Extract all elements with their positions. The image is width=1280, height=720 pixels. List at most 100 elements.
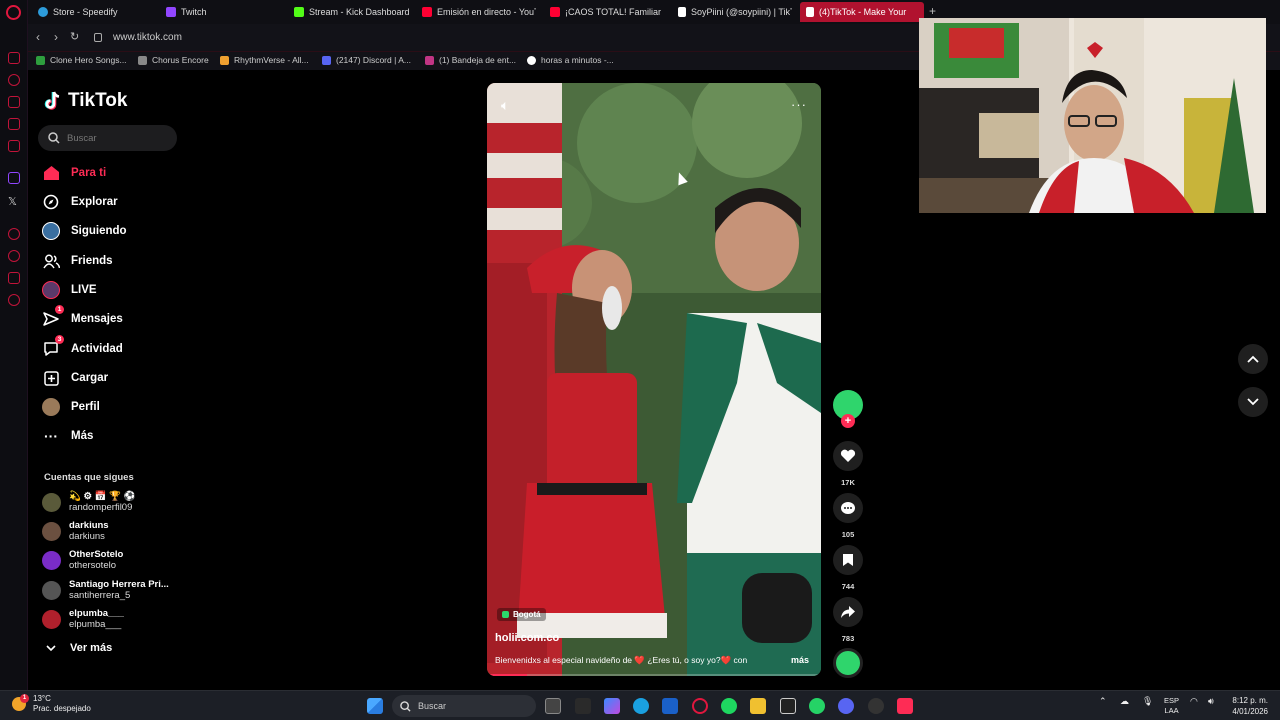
tiktok-app-icon[interactable] bbox=[897, 698, 913, 714]
tab-youtube-live[interactable]: Emisión en directo - YouTu bbox=[416, 2, 536, 22]
taskbar-search-input[interactable]: Buscar bbox=[392, 695, 536, 717]
previous-video-button[interactable] bbox=[1238, 344, 1268, 374]
clock[interactable]: 8:12 p. m. 4/01/2026 bbox=[1232, 695, 1268, 717]
spotify-icon[interactable] bbox=[721, 698, 737, 714]
follow-plus-icon[interactable]: + bbox=[841, 414, 855, 428]
following-account[interactable]: OtherSotelo othersotelo bbox=[42, 546, 123, 574]
menu-mas[interactable]: ··· Más bbox=[42, 425, 93, 447]
menu-actividad[interactable]: 3 Actividad bbox=[42, 335, 123, 360]
tab-kick[interactable]: Stream - Kick Dashboard bbox=[288, 2, 412, 22]
video-player[interactable]: 🔈︎ ··· Bogotá holii.com.co Bienvenidxs a… bbox=[487, 83, 821, 676]
like-button[interactable]: 17K bbox=[833, 441, 863, 487]
opera-gx-logo-icon[interactable] bbox=[6, 5, 21, 20]
obs-icon[interactable] bbox=[868, 698, 884, 714]
following-account[interactable]: elpumba___ elpumba___ bbox=[42, 605, 124, 633]
shares-count: 783 bbox=[841, 634, 855, 643]
tab-tiktok-active[interactable]: (4)TikTok - Make Your bbox=[800, 2, 924, 22]
volume-icon[interactable]: 🔈︎ bbox=[501, 97, 509, 114]
following-avatar-icon bbox=[42, 222, 60, 240]
rail-player-icon[interactable] bbox=[8, 74, 20, 86]
more-options-icon[interactable]: ··· bbox=[791, 97, 807, 112]
tab-tiktok-profile[interactable]: SoyPiini (@soypiini) | TikT bbox=[672, 2, 792, 22]
tiktok-search-input[interactable]: Buscar bbox=[38, 125, 177, 151]
menu-friends[interactable]: Friends bbox=[42, 250, 113, 272]
menu-siguiendo[interactable]: Siguiendo bbox=[42, 220, 127, 242]
avatar bbox=[42, 609, 61, 629]
rail-history-icon[interactable] bbox=[8, 250, 20, 262]
bookmark-discord[interactable]: (2147) Discord | A... bbox=[322, 55, 411, 65]
windows-taskbar: 1 13°C Prac. despejado Buscar ⌃ ☁ 🎙︎ ESP L… bbox=[0, 690, 1280, 720]
whatsapp-icon[interactable] bbox=[809, 698, 825, 714]
see-more-button[interactable]: Ver más bbox=[46, 642, 112, 654]
new-tab-button[interactable]: + bbox=[929, 4, 936, 18]
discord-icon[interactable] bbox=[838, 698, 854, 714]
bookmark-rhythmverse[interactable]: RhythmVerse - All... bbox=[220, 55, 309, 65]
bookmark-hours-minutes[interactable]: horas a minutos -... bbox=[527, 55, 614, 65]
rail-gx-corner-icon[interactable] bbox=[8, 96, 20, 108]
following-account[interactable]: darkiuns darkiuns bbox=[42, 517, 109, 545]
rail-twitch-icon[interactable] bbox=[8, 172, 20, 184]
weather-widget[interactable]: 1 13°C Prac. despejado bbox=[12, 694, 91, 714]
task-view-icon[interactable] bbox=[545, 698, 561, 714]
tab-youtube-video[interactable]: ¡CAOS TOTAL! Familiar bbox=[544, 2, 664, 22]
file-explorer-icon[interactable] bbox=[750, 698, 766, 714]
rail-mail-icon[interactable] bbox=[8, 140, 20, 152]
volume-icon[interactable]: 🔊︎ bbox=[1208, 696, 1214, 706]
rail-clock-icon[interactable] bbox=[8, 228, 20, 240]
rail-settings-icon[interactable] bbox=[8, 294, 20, 306]
send-icon: 1 bbox=[42, 305, 64, 328]
video-author[interactable]: holii.com.co bbox=[495, 632, 559, 644]
speedify-favicon-icon bbox=[38, 7, 48, 17]
back-icon[interactable]: ‹ bbox=[36, 30, 40, 44]
menu-mensajes[interactable]: 1 Mensajes bbox=[42, 305, 123, 330]
store-icon[interactable] bbox=[662, 698, 678, 714]
following-account[interactable]: Santiago Herrera Pri... santiherrera_5 bbox=[42, 576, 169, 604]
onedrive-icon[interactable]: ☁ bbox=[1120, 696, 1129, 706]
caption-more-button[interactable]: más bbox=[791, 655, 809, 665]
menu-cargar[interactable]: Cargar bbox=[42, 367, 108, 389]
youtube-favicon-icon bbox=[550, 7, 560, 17]
menu-perfil[interactable]: Perfil bbox=[42, 396, 100, 418]
bookmark-clone-hero[interactable]: Clone Hero Songs... bbox=[36, 55, 127, 65]
comment-button[interactable]: 105 bbox=[833, 493, 863, 539]
wifi-icon[interactable]: ◠ bbox=[1190, 696, 1198, 706]
tab-speedify[interactable]: Store - Speedify bbox=[32, 2, 152, 22]
capcut-icon[interactable] bbox=[575, 698, 591, 714]
menu-live[interactable]: LIVE bbox=[42, 279, 97, 301]
edge-icon[interactable] bbox=[633, 698, 649, 714]
share-button[interactable]: 783 bbox=[833, 597, 863, 643]
menu-para-ti[interactable]: Para ti bbox=[42, 162, 106, 184]
rail-cube-icon[interactable] bbox=[8, 272, 20, 284]
google-favicon-icon bbox=[527, 55, 536, 65]
tab-twitch[interactable]: Twitch bbox=[160, 2, 280, 22]
search-icon bbox=[400, 700, 411, 712]
location-tag[interactable]: Bogotá bbox=[497, 608, 546, 621]
bookmark-inbox[interactable]: (1) Bandeja de ent... bbox=[425, 55, 516, 65]
next-video-button[interactable] bbox=[1238, 387, 1268, 417]
rail-messenger-icon[interactable] bbox=[8, 52, 20, 64]
save-button[interactable]: 744 bbox=[833, 545, 863, 591]
reload-icon[interactable]: ↻ bbox=[70, 30, 79, 43]
video-progress-bar[interactable] bbox=[487, 674, 821, 676]
microphone-icon[interactable]: 🎙︎ bbox=[1142, 696, 1153, 706]
kick-favicon-icon bbox=[294, 7, 304, 17]
following-account[interactable]: 💫 ⚙ 📅 🏆 ⚽ randomperfil09 bbox=[42, 488, 135, 516]
url-field[interactable]: www.tiktok.com bbox=[113, 32, 182, 43]
windows-start-icon[interactable] bbox=[367, 698, 383, 714]
saves-count: 744 bbox=[841, 582, 855, 591]
forward-icon[interactable]: › bbox=[54, 30, 58, 44]
chorus-favicon-icon bbox=[138, 55, 147, 65]
tray-chevron-up-icon[interactable]: ⌃ bbox=[1099, 696, 1107, 706]
music-disc-icon[interactable] bbox=[833, 648, 863, 678]
profile-avatar-icon bbox=[42, 398, 60, 416]
copilot-icon[interactable] bbox=[604, 698, 620, 714]
epic-games-icon[interactable] bbox=[780, 698, 796, 714]
browser-side-rail: 𝕏 bbox=[0, 0, 28, 690]
opera-gx-icon[interactable] bbox=[692, 698, 708, 714]
rail-x-icon[interactable]: 𝕏 bbox=[8, 195, 20, 208]
rail-instagram-icon[interactable] bbox=[8, 118, 20, 130]
tiktok-logo[interactable]: TikTok bbox=[44, 90, 127, 112]
menu-explorar[interactable]: Explorar bbox=[42, 191, 118, 213]
language-indicator[interactable]: ESP LAA bbox=[1164, 696, 1179, 716]
bookmark-chorus-encore[interactable]: Chorus Encore bbox=[138, 55, 209, 65]
